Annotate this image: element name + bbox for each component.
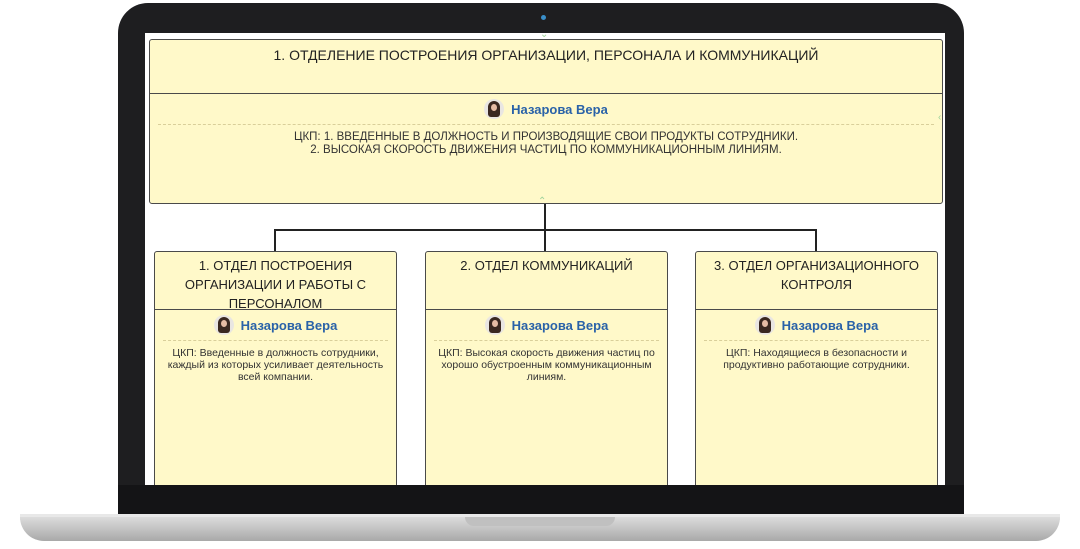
laptop-chin (118, 485, 964, 517)
person-name[interactable]: Назарова Вера (511, 102, 608, 117)
person-name[interactable]: Назарова Вера (782, 318, 879, 333)
department-goal: ЦКП: Введенные в должность сотрудники, к… (167, 347, 384, 383)
department-head[interactable]: Назарова Вера (696, 310, 937, 340)
person-avatar-icon (484, 99, 505, 119)
connector-line (544, 229, 546, 251)
department-title: 3. ОТДЕЛ ОРГАНИЗАЦИОННОГО КОНТРОЛЯ (696, 252, 937, 310)
laptop-notch (465, 517, 615, 526)
division-goal: ЦКП: 1. ВВЕДЕННЫЕ В ДОЛЖНОСТЬ И ПРОИЗВОД… (150, 125, 942, 157)
department-title: 2. ОТДЕЛ КОММУНИКАЦИЙ (426, 252, 667, 310)
person-avatar-icon (213, 315, 234, 335)
person-name[interactable]: Назарова Вера (241, 318, 338, 333)
connector-line (544, 204, 546, 230)
department-node[interactable]: 3. ОТДЕЛ ОРГАНИЗАЦИОННОГО КОНТРОЛЯ Назар… (695, 251, 938, 485)
org-chart-screen: ⌄ 1. ОТДЕЛЕНИЕ ПОСТРОЕНИЯ ОРГАНИЗАЦИИ, П… (145, 33, 945, 485)
division-node[interactable]: 1. ОТДЕЛЕНИЕ ПОСТРОЕНИЯ ОРГАНИЗАЦИИ, ПЕР… (149, 39, 943, 207)
person-name[interactable]: Назарова Вера (512, 318, 609, 333)
department-node[interactable]: 2. ОТДЕЛ КОММУНИКАЦИЙ Назарова Вера ЦКП:… (425, 251, 668, 485)
division-goal-line-2: 2. ВЫСОКАЯ СКОРОСТЬ ДВИЖЕНИЯ ЧАСТИЦ ПО К… (310, 144, 782, 156)
connector-line (274, 229, 276, 251)
division-head[interactable]: Назарова Вера (150, 94, 942, 124)
camera-icon (541, 15, 546, 20)
department-node[interactable]: 1. ОТДЕЛ ПОСТРОЕНИЯ ОРГАНИЗАЦИИ И РАБОТЫ… (154, 251, 397, 485)
connector-line (815, 229, 817, 251)
department-head[interactable]: Назарова Вера (426, 310, 667, 340)
division-title: 1. ОТДЕЛЕНИЕ ПОСТРОЕНИЯ ОРГАНИЗАЦИИ, ПЕР… (150, 40, 942, 94)
department-head[interactable]: Назарова Вера (155, 310, 396, 340)
department-goal: ЦКП: Высокая скорость движения частиц по… (438, 347, 655, 383)
side-chevron-icon[interactable]: ‹ (938, 113, 941, 123)
department-title: 1. ОТДЕЛ ПОСТРОЕНИЯ ОРГАНИЗАЦИИ И РАБОТЫ… (155, 252, 396, 310)
person-avatar-icon (484, 315, 505, 335)
division-goal-line-1: ЦКП: 1. ВВЕДЕННЫЕ В ДОЛЖНОСТЬ И ПРОИЗВОД… (293, 131, 799, 143)
person-avatar-icon (754, 315, 775, 335)
department-goal: ЦКП: Находящиеся в безопасности и продук… (723, 347, 910, 371)
